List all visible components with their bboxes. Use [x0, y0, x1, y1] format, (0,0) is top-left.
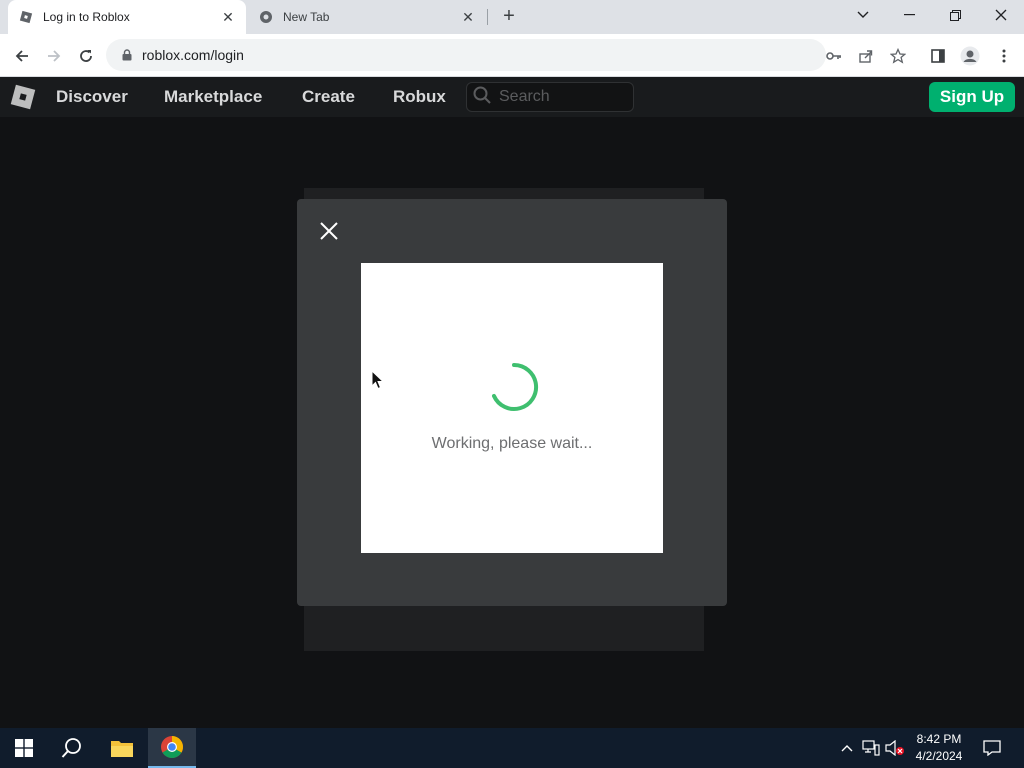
mouse-cursor-icon [371, 369, 385, 390]
reload-icon[interactable] [72, 42, 100, 70]
tab-title: New Tab [283, 10, 330, 24]
windows-taskbar: 8:42 PM 4/2/2024 [0, 728, 1024, 768]
loading-spinner-icon [488, 361, 540, 413]
browser-tab-strip: Log in to Roblox ✕ New Tab ✕ + [0, 0, 1024, 34]
sign-up-button[interactable]: Sign Up [929, 82, 1015, 112]
restore-button[interactable] [932, 0, 978, 30]
new-tab-button[interactable]: + [498, 6, 520, 28]
notifications-icon[interactable] [982, 738, 1002, 758]
nav-robux[interactable]: Robux [393, 77, 446, 117]
status-text: Working, please wait... [431, 435, 593, 452]
search-icon [473, 86, 491, 109]
tab-search-chevron-icon[interactable] [840, 0, 886, 30]
password-key-icon[interactable] [820, 42, 848, 70]
chrome-taskbar-icon[interactable] [148, 728, 196, 768]
clock-time: 8:42 PM [916, 732, 962, 746]
taskbar-clock[interactable]: 8:42 PM 4/2/2024 [908, 731, 970, 765]
share-icon[interactable] [852, 42, 880, 70]
bookmark-star-icon[interactable] [884, 42, 912, 70]
nav-discover[interactable]: Discover [56, 77, 128, 117]
nav-marketplace[interactable]: Marketplace [164, 77, 262, 117]
roblox-logo-icon[interactable] [9, 83, 37, 111]
url-text: roblox.com/login [142, 47, 244, 63]
profile-avatar-icon[interactable] [956, 42, 984, 70]
chrome-favicon-icon [258, 9, 274, 25]
search-box[interactable] [466, 82, 634, 112]
roblox-favicon-icon [18, 9, 34, 25]
forward-arrow-icon[interactable] [40, 42, 68, 70]
minimize-button[interactable] [886, 0, 932, 30]
tab-log-in-to-roblox[interactable]: Log in to Roblox ✕ [8, 0, 246, 34]
tab-title: Log in to Roblox [43, 10, 130, 24]
more-menu-icon[interactable] [990, 42, 1018, 70]
back-arrow-icon[interactable] [8, 42, 36, 70]
search-input[interactable] [499, 88, 619, 106]
browser-toolbar: roblox.com/login [0, 34, 1024, 77]
address-bar[interactable]: roblox.com/login [106, 39, 826, 71]
tab-close-icon[interactable]: ✕ [460, 9, 476, 25]
volume-muted-icon[interactable] [885, 738, 905, 758]
lock-icon[interactable] [120, 48, 134, 62]
side-panel-icon[interactable] [924, 42, 952, 70]
network-icon[interactable] [861, 738, 881, 758]
file-explorer-icon[interactable] [98, 728, 146, 768]
roblox-header: Discover Marketplace Create Robux Sign U… [0, 77, 1024, 117]
tab-divider [487, 9, 488, 25]
window-close-button[interactable] [978, 0, 1024, 30]
close-icon[interactable] [317, 219, 341, 243]
verification-modal: Working, please wait... [297, 199, 727, 606]
nav-create[interactable]: Create [302, 77, 355, 117]
tab-new-tab[interactable]: New Tab ✕ [248, 0, 486, 34]
tab-close-icon[interactable]: ✕ [220, 9, 236, 25]
search-icon[interactable] [48, 728, 96, 768]
challenge-frame: Working, please wait... [361, 263, 663, 553]
show-hidden-icons-chevron-icon[interactable] [837, 738, 857, 758]
clock-date: 4/2/2024 [915, 749, 963, 763]
windows-start-icon[interactable] [0, 728, 48, 768]
